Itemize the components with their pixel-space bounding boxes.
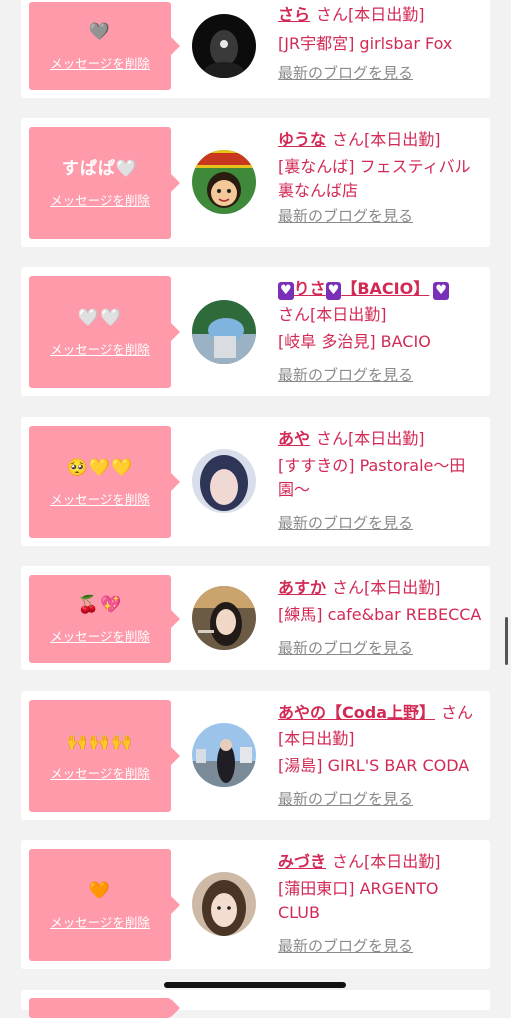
cast-name-link[interactable]: ゆうな: [278, 130, 326, 149]
message-card: 🤍🤍 メッセージを削除 ♥ りさ ♥ 【BACIO】 ♥ さん[本日出勤] [岐阜 多治…: [21, 267, 490, 396]
message-card: すぱぱ🤍 メッセージを削除 ゆうな さん[本日出勤] [裏なんば] フェスティバル…: [21, 118, 490, 247]
cast-status: さん[本日出勤]: [316, 429, 425, 448]
avatar[interactable]: [192, 449, 256, 513]
latest-blog-link[interactable]: 最新のブログを見る: [278, 62, 483, 84]
message-card: 🩶 メッセージを削除 さら さん[本日出勤] [JR宇都宮] girlsbar F…: [21, 0, 490, 98]
cast-name-link[interactable]: みづき: [278, 852, 326, 871]
cast-info: ゆうな さん[本日出勤] [裏なんば] フェスティバル裏なんば店 最新のブログを見…: [278, 127, 483, 227]
name-decoration[interactable]: ♥ りさ ♥ 【BACIO】 ♥: [278, 279, 449, 300]
avatar[interactable]: [192, 300, 256, 364]
cast-name-link[interactable]: あすか: [278, 578, 326, 597]
message-card: 🥺💛💛 メッセージを削除 あや さん[本日出勤] [すすきの] Pastorale…: [21, 417, 490, 546]
shop-name: [裏なんば] フェスティバル裏なんば店: [278, 157, 471, 200]
message-card: [21, 990, 490, 1018]
cast-status: さん[本日出勤]: [316, 5, 425, 24]
delete-message-link[interactable]: メッセージを削除: [50, 912, 150, 931]
message-emoji: 🧡: [88, 880, 112, 901]
latest-blog-link[interactable]: 最新のブログを見る: [278, 364, 483, 386]
message-emoji: 🙌🙌🙌: [66, 731, 134, 752]
message-bubble: 🧡 メッセージを削除: [29, 849, 180, 961]
cast-name-link[interactable]: りさ: [294, 279, 326, 298]
cast-name-link[interactable]: さら: [278, 5, 310, 24]
cast-name-link[interactable]: あやの【Coda上野】: [278, 703, 435, 722]
scrollbar[interactable]: [505, 617, 508, 665]
cast-name-link[interactable]: あや: [278, 429, 310, 448]
cast-name-shop-tag[interactable]: 【BACIO】: [341, 279, 429, 298]
message-bubble: 🤍🤍 メッセージを削除: [29, 276, 180, 388]
delete-message-link[interactable]: メッセージを削除: [50, 763, 150, 782]
heart-icon: ♥: [278, 282, 294, 300]
delete-message-link[interactable]: メッセージを削除: [50, 339, 150, 358]
message-emoji: すぱぱ🤍: [61, 158, 139, 179]
delete-message-link[interactable]: メッセージを削除: [50, 53, 150, 72]
avatar[interactable]: [192, 872, 256, 936]
message-card: 🙌🙌🙌 メッセージを削除 あやの【Coda上野】 さん[本日出勤] [湯島] GI…: [21, 691, 490, 820]
cast-info: さら さん[本日出勤] [JR宇都宮] girlsbar Fox 最新のブログを見…: [278, 2, 483, 84]
message-card: 🧡 メッセージを削除 みづき さん[本日出勤] [蒲田東口] ARGENTO CL…: [21, 840, 490, 969]
latest-blog-link[interactable]: 最新のブログを見る: [278, 788, 483, 810]
shop-name: [すすきの] Pastorale〜田園〜: [278, 456, 466, 499]
cast-status: さん[本日出勤]: [332, 130, 441, 149]
latest-blog-link[interactable]: 最新のブログを見る: [278, 512, 483, 534]
message-bubble: すぱぱ🤍 メッセージを削除: [29, 127, 180, 239]
message-emoji: 🍒💖: [77, 594, 123, 615]
cast-info: みづき さん[本日出勤] [蒲田東口] ARGENTO CLUB 最新のブログを見…: [278, 849, 483, 957]
message-bubble: 🩶 メッセージを削除: [29, 2, 180, 90]
heart-icon: ♥: [433, 282, 449, 300]
message-bubble: 🥺💛💛 メッセージを削除: [29, 426, 180, 538]
avatar[interactable]: [192, 150, 256, 214]
delete-message-link[interactable]: メッセージを削除: [50, 190, 150, 209]
message-bubble: 🙌🙌🙌 メッセージを削除: [29, 700, 180, 812]
avatar[interactable]: [192, 586, 256, 650]
shop-name: [湯島] GIRL'S BAR CODA: [278, 756, 470, 775]
shop-name: [練馬] cafe&bar REBECCA: [278, 605, 482, 624]
message-emoji: 🤍🤍: [77, 307, 123, 328]
latest-blog-link[interactable]: 最新のブログを見る: [278, 935, 483, 957]
cast-status: さん[本日出勤]: [332, 578, 441, 597]
delete-message-link[interactable]: メッセージを削除: [50, 489, 150, 508]
avatar[interactable]: [192, 723, 256, 787]
latest-blog-link[interactable]: 最新のブログを見る: [278, 637, 483, 659]
delete-message-link[interactable]: メッセージを削除: [50, 626, 150, 645]
home-indicator[interactable]: [164, 982, 346, 988]
avatar[interactable]: [192, 14, 256, 78]
message-emoji: 🩶: [88, 21, 112, 42]
message-bubble: [29, 998, 180, 1018]
cast-status: さん[本日出勤]: [278, 305, 387, 324]
latest-blog-link[interactable]: 最新のブログを見る: [278, 205, 483, 227]
message-emoji: 🥺💛💛: [66, 457, 134, 478]
message-card: 🍒💖 メッセージを削除 あすか さん[本日出勤] [練馬] cafe&bar RE…: [21, 566, 490, 670]
cast-info: あすか さん[本日出勤] [練馬] cafe&bar REBECCA 最新のブログ…: [278, 575, 483, 659]
cast-info: ♥ りさ ♥ 【BACIO】 ♥ さん[本日出勤] [岐阜 多治見] BACIO 最新の…: [278, 276, 483, 386]
shop-name: [蒲田東口] ARGENTO CLUB: [278, 879, 439, 922]
message-bubble: 🍒💖 メッセージを削除: [29, 575, 180, 663]
cast-info: あやの【Coda上野】 さん[本日出勤] [湯島] GIRL'S BAR CODA…: [278, 700, 483, 810]
cast-status: さん[本日出勤]: [332, 852, 441, 871]
shop-name: [JR宇都宮] girlsbar Fox: [278, 34, 453, 53]
heart-icon: ♥: [325, 282, 342, 300]
shop-name: [岐阜 多治見] BACIO: [278, 332, 431, 351]
cast-info: あや さん[本日出勤] [すすきの] Pastorale〜田園〜 最新のブログを見…: [278, 426, 483, 534]
